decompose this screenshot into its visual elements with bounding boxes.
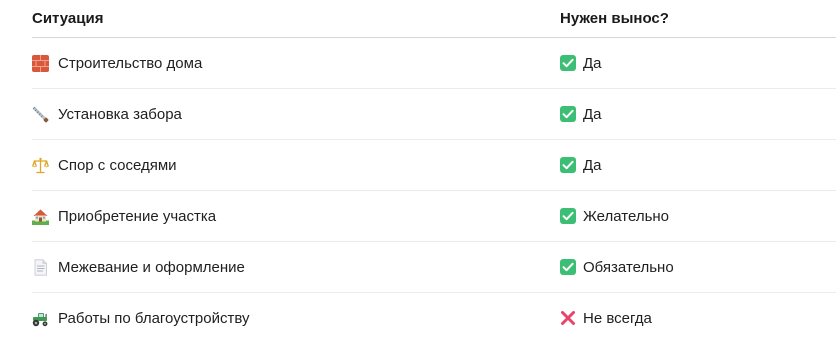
row-situation: Работы по благоустройству bbox=[58, 309, 250, 327]
row-situation: Установка забора bbox=[58, 105, 182, 123]
table-row: Строительство дома Да bbox=[32, 38, 836, 89]
scales-icon bbox=[32, 157, 49, 174]
table-row: Межевание и оформление Обязательно bbox=[32, 242, 836, 293]
table-row: Работы по благоустройству Не всегда bbox=[32, 293, 836, 343]
check-icon bbox=[560, 157, 576, 173]
row-answer: Да bbox=[583, 105, 602, 123]
check-icon bbox=[560, 208, 576, 224]
cross-icon bbox=[560, 310, 576, 326]
row-answer: Не всегда bbox=[583, 309, 652, 327]
saw-icon bbox=[32, 106, 49, 123]
table-row: Установка забора Да bbox=[32, 89, 836, 140]
row-situation: Межевание и оформление bbox=[58, 258, 245, 276]
row-answer: Да bbox=[583, 54, 602, 72]
house-icon bbox=[32, 208, 49, 225]
table-row: Приобретение участка Желательно bbox=[32, 191, 836, 242]
brick-icon bbox=[32, 54, 49, 72]
situations-table: Ситуация Нужен вынос? Строительство дома… bbox=[32, 0, 836, 343]
document-icon bbox=[32, 258, 49, 276]
table-row: Спор с соседями Да bbox=[32, 140, 836, 191]
header-needed: Нужен вынос? bbox=[560, 10, 669, 27]
row-answer: Желательно bbox=[583, 207, 670, 225]
check-icon bbox=[560, 106, 576, 122]
check-icon bbox=[560, 55, 576, 71]
header-situation: Ситуация bbox=[32, 10, 104, 27]
row-answer: Да bbox=[583, 156, 602, 174]
tractor-icon bbox=[32, 310, 49, 327]
row-situation: Строительство дома bbox=[58, 54, 203, 72]
row-situation: Приобретение участка bbox=[58, 207, 217, 225]
table-header: Ситуация Нужен вынос? bbox=[32, 0, 836, 38]
check-icon bbox=[560, 259, 576, 275]
row-answer: Обязательно bbox=[583, 258, 674, 276]
row-situation: Спор с соседями bbox=[58, 156, 177, 174]
